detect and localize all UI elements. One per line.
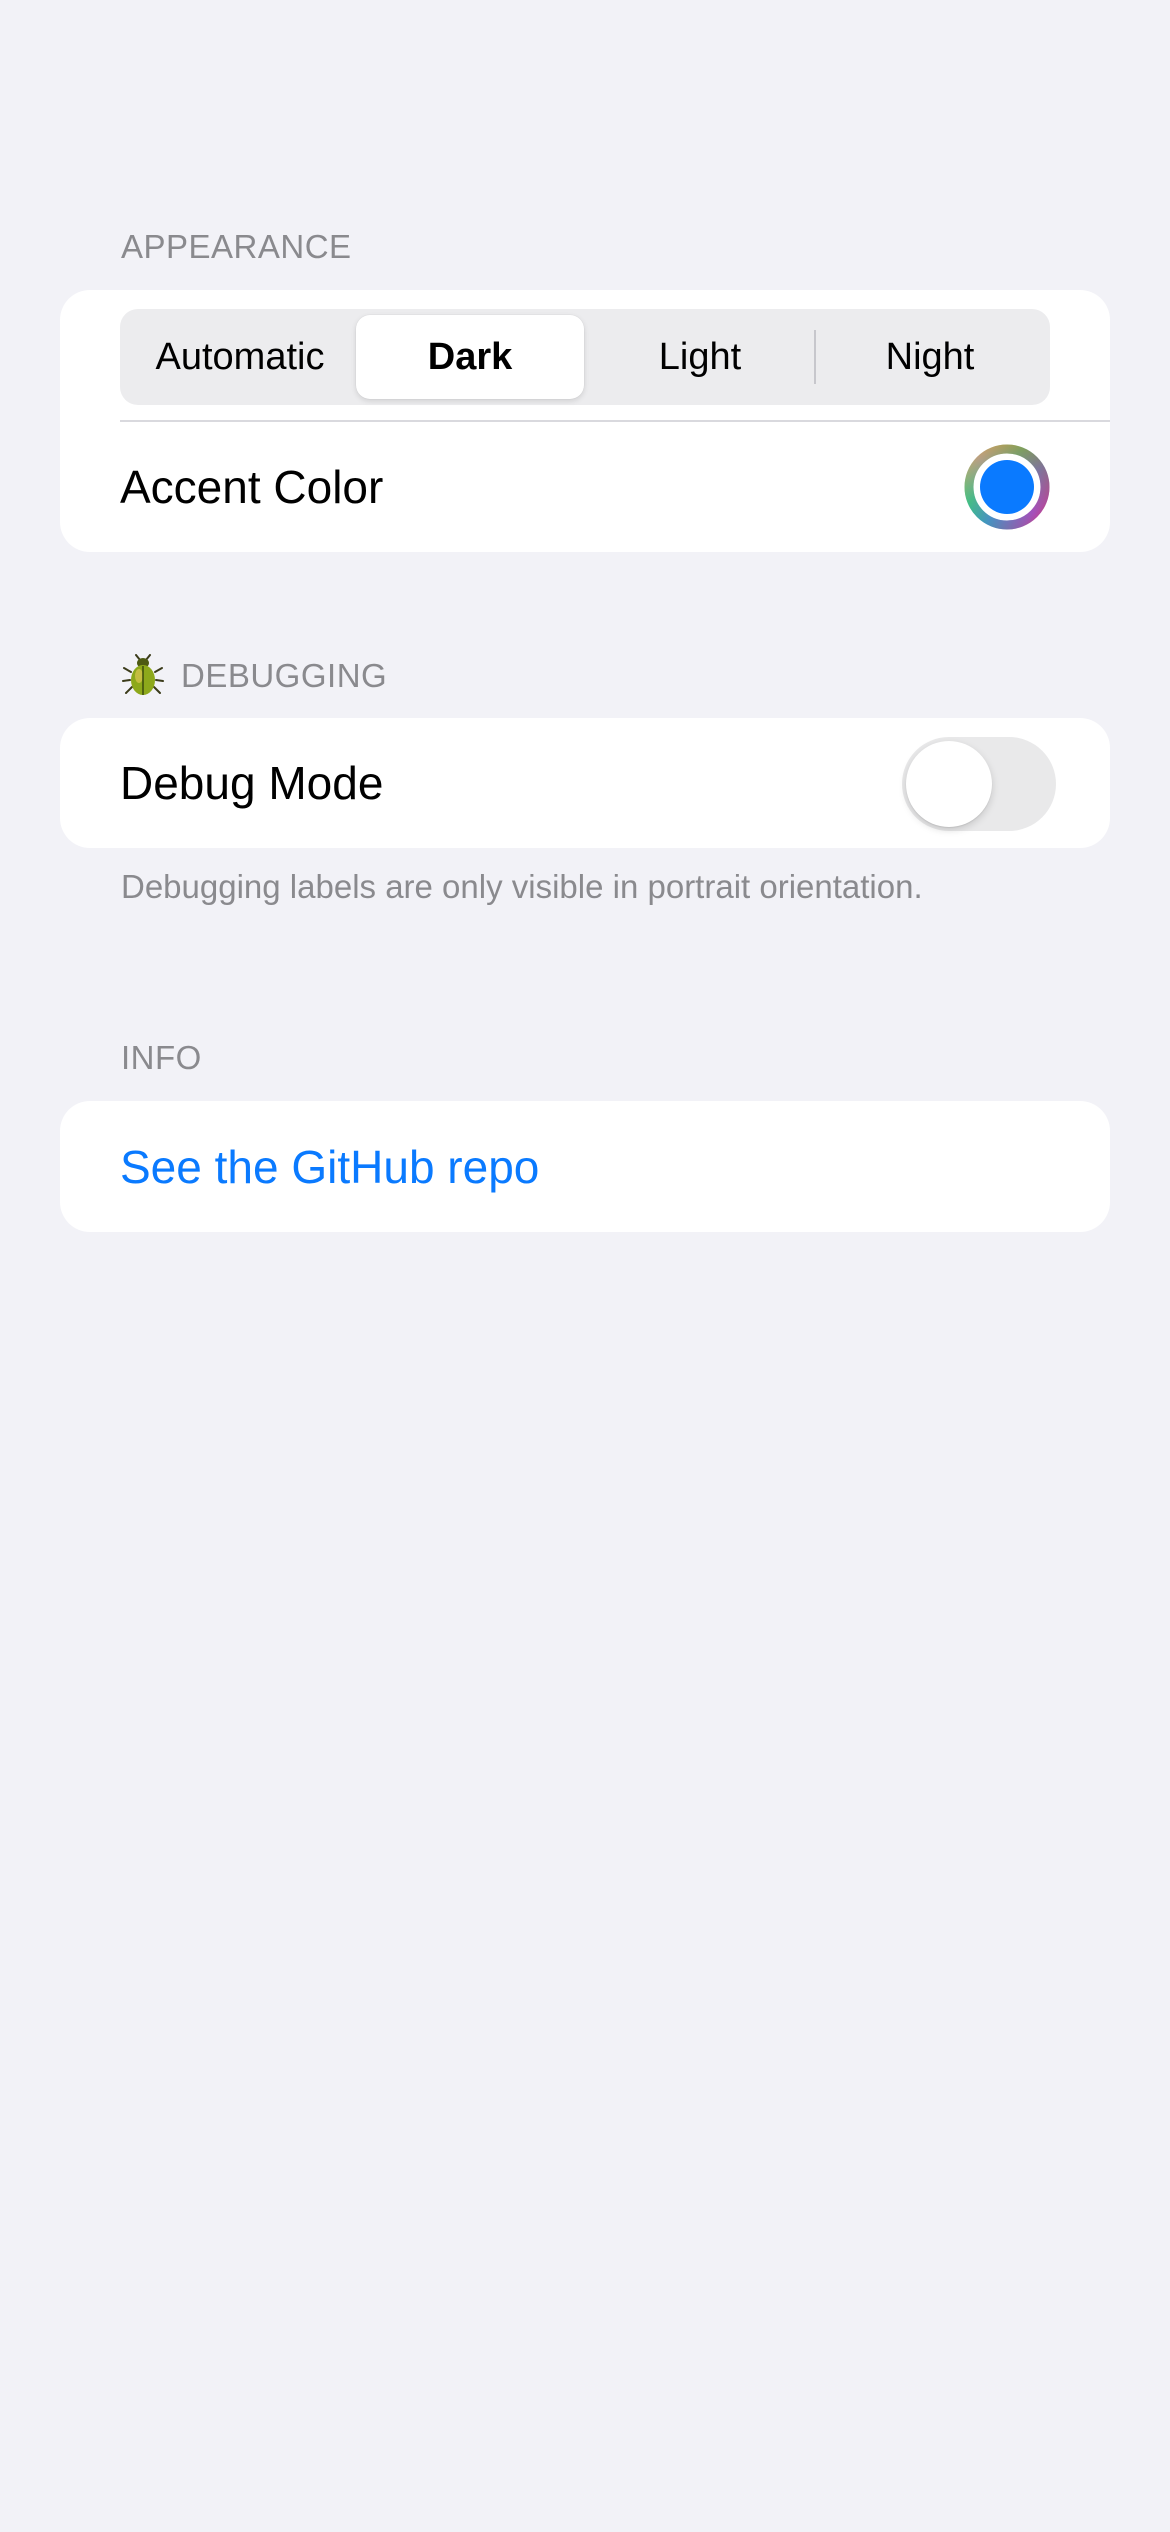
segment-dark[interactable]: Dark [356, 315, 584, 399]
accent-color-well[interactable] [964, 444, 1050, 530]
color-wheel-icon [964, 444, 1050, 530]
toggle-knob [906, 741, 992, 827]
accent-color-label: Accent Color [120, 461, 384, 513]
debugging-header-label: DEBUGGING [181, 657, 388, 694]
debug-mode-label: Debug Mode [120, 757, 384, 809]
accent-color-row[interactable]: Accent Color [60, 422, 1110, 552]
debugging-card: Debug Mode [60, 718, 1110, 848]
debugging-footer-note: Debugging labels are only visible in por… [121, 868, 923, 905]
appearance-segmented-control: Automatic Dark Light Night [120, 309, 1050, 405]
segment-light[interactable]: Light [586, 315, 814, 399]
segment-automatic[interactable]: Automatic [126, 315, 354, 399]
beetle-icon [121, 654, 165, 698]
debugging-section-header: DEBUGGING [121, 654, 387, 698]
debug-mode-row: Debug Mode [60, 718, 1110, 848]
debug-mode-toggle[interactable] [902, 737, 1056, 831]
appearance-section-header: APPEARANCE [121, 228, 352, 265]
info-section-header: INFO [121, 1039, 202, 1076]
appearance-card: Automatic Dark Light Night Accent Color [60, 290, 1110, 552]
github-repo-link[interactable]: See the GitHub repo [120, 1140, 539, 1194]
segment-night[interactable]: Night [816, 315, 1044, 399]
github-link-row[interactable]: See the GitHub repo [60, 1101, 1110, 1232]
info-card: See the GitHub repo [60, 1101, 1110, 1232]
